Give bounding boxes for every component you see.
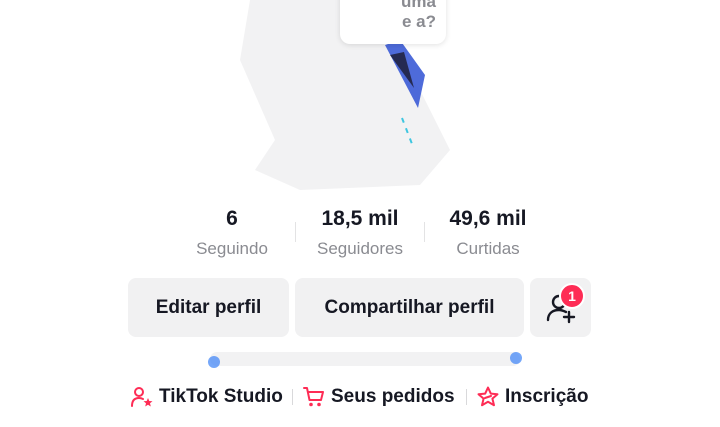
stat-following[interactable]: 6 Seguindo [180, 204, 284, 261]
friend-requests-badge: 1 [559, 283, 585, 309]
profile-stats: 6 Seguindo 18,5 mil Seguidores 49,6 mil … [0, 204, 720, 264]
stats-divider [295, 222, 296, 242]
star-outline-icon [476, 385, 500, 409]
edit-profile-button[interactable]: Editar perfil [128, 278, 289, 337]
tiktok-studio-label: TikTok Studio [159, 386, 283, 407]
likes-label: Curtidas [456, 239, 520, 258]
stat-likes[interactable]: 49,6 mil Curtidas [436, 204, 540, 261]
likes-count: 49,6 mil [449, 207, 527, 230]
share-profile-button[interactable]: Compartilhar perfil [295, 278, 524, 337]
redacted-bio-line [208, 352, 522, 368]
your-orders-label: Seus pedidos [331, 386, 455, 407]
profile-header-area: uma e a? [0, 0, 720, 200]
following-count: 6 [226, 207, 238, 230]
note-line-2: e a? [401, 12, 436, 31]
subscription-label: Inscrição [505, 386, 589, 407]
link-divider [466, 389, 467, 405]
profile-note-bubble[interactable]: uma e a? [340, 0, 446, 44]
stat-followers[interactable]: 18,5 mil Seguidores [302, 204, 418, 261]
person-star-icon [130, 385, 154, 409]
link-divider [292, 389, 293, 405]
followers-label: Seguidores [316, 239, 403, 258]
tiktok-studio-link[interactable]: TikTok Studio [130, 382, 283, 412]
profile-links: TikTok Studio Seus pedidos Inscrição [0, 382, 720, 412]
note-line-1: uma [401, 0, 436, 11]
cart-icon [302, 385, 326, 409]
followers-count: 18,5 mil [321, 207, 399, 230]
subscription-link[interactable]: Inscrição [476, 382, 588, 412]
your-orders-link[interactable]: Seus pedidos [302, 382, 455, 412]
following-label: Seguindo [196, 239, 268, 258]
stats-divider [424, 222, 425, 242]
